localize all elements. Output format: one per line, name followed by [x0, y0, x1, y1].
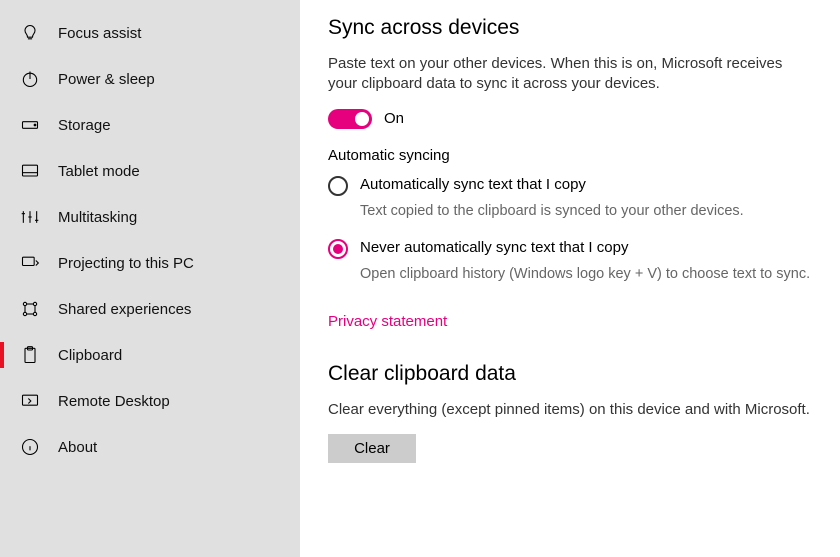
sidebar-item-storage[interactable]: Storage [0, 102, 300, 148]
sidebar-item-clipboard[interactable]: Clipboard [0, 332, 300, 378]
focus-assist-icon [20, 23, 40, 43]
radio-auto-description: Text copied to the clipboard is synced t… [360, 202, 812, 222]
sync-toggle-row: On [328, 109, 812, 129]
radio-auto-sync[interactable]: Automatically sync text that I copy [328, 176, 812, 196]
sidebar-item-label: Power & sleep [58, 71, 155, 88]
sidebar-item-remote-desktop[interactable]: Remote Desktop [0, 378, 300, 424]
sidebar-item-label: Tablet mode [58, 163, 140, 180]
sidebar-item-label: Focus assist [58, 25, 141, 42]
automatic-syncing-heading: Automatic syncing [328, 147, 812, 164]
radio-option-never: Never automatically sync text that I cop… [328, 239, 812, 285]
sidebar-item-projecting[interactable]: Projecting to this PC [0, 240, 300, 286]
radio-circle-checked-icon [328, 239, 348, 259]
about-icon [20, 437, 40, 457]
project-icon [20, 253, 40, 273]
tablet-icon [20, 161, 40, 181]
radio-never-description: Open clipboard history (Windows logo key… [360, 265, 812, 285]
sync-toggle[interactable] [328, 109, 372, 129]
sidebar-item-label: Shared experiences [58, 301, 191, 318]
sidebar-item-label: Projecting to this PC [58, 255, 194, 272]
sidebar-item-multitasking[interactable]: Multitasking [0, 194, 300, 240]
toggle-knob [355, 112, 369, 126]
power-icon [20, 69, 40, 89]
sidebar-item-label: Multitasking [58, 209, 137, 226]
sidebar-item-about[interactable]: About [0, 424, 300, 470]
clear-button[interactable]: Clear [328, 434, 416, 463]
privacy-statement-link[interactable]: Privacy statement [328, 313, 447, 330]
sidebar-item-focus-assist[interactable]: Focus assist [0, 10, 300, 56]
sidebar-item-tablet-mode[interactable]: Tablet mode [0, 148, 300, 194]
settings-content: Sync across devices Paste text on your o… [300, 0, 840, 557]
sidebar-item-label: Remote Desktop [58, 393, 170, 410]
sidebar-item-label: About [58, 439, 97, 456]
storage-icon [20, 115, 40, 135]
remote-icon [20, 391, 40, 411]
sync-description: Paste text on your other devices. When t… [328, 54, 812, 95]
clear-clipboard-title: Clear clipboard data [328, 362, 812, 386]
clipboard-icon [20, 345, 40, 365]
sidebar-item-label: Clipboard [58, 347, 122, 364]
radio-never-label: Never automatically sync text that I cop… [360, 239, 628, 256]
clear-clipboard-description: Clear everything (except pinned items) o… [328, 400, 812, 420]
shared-icon [20, 299, 40, 319]
sidebar-item-label: Storage [58, 117, 111, 134]
settings-sidebar: Focus assist Power & sleep Storage Table… [0, 0, 300, 557]
radio-auto-label: Automatically sync text that I copy [360, 176, 586, 193]
radio-circle-icon [328, 176, 348, 196]
sync-title: Sync across devices [328, 16, 812, 40]
radio-never-sync[interactable]: Never automatically sync text that I cop… [328, 239, 812, 259]
sidebar-item-power-sleep[interactable]: Power & sleep [0, 56, 300, 102]
sync-toggle-state: On [384, 110, 404, 127]
sidebar-item-shared-experiences[interactable]: Shared experiences [0, 286, 300, 332]
multitask-icon [20, 207, 40, 227]
radio-option-auto: Automatically sync text that I copy Text… [328, 176, 812, 222]
